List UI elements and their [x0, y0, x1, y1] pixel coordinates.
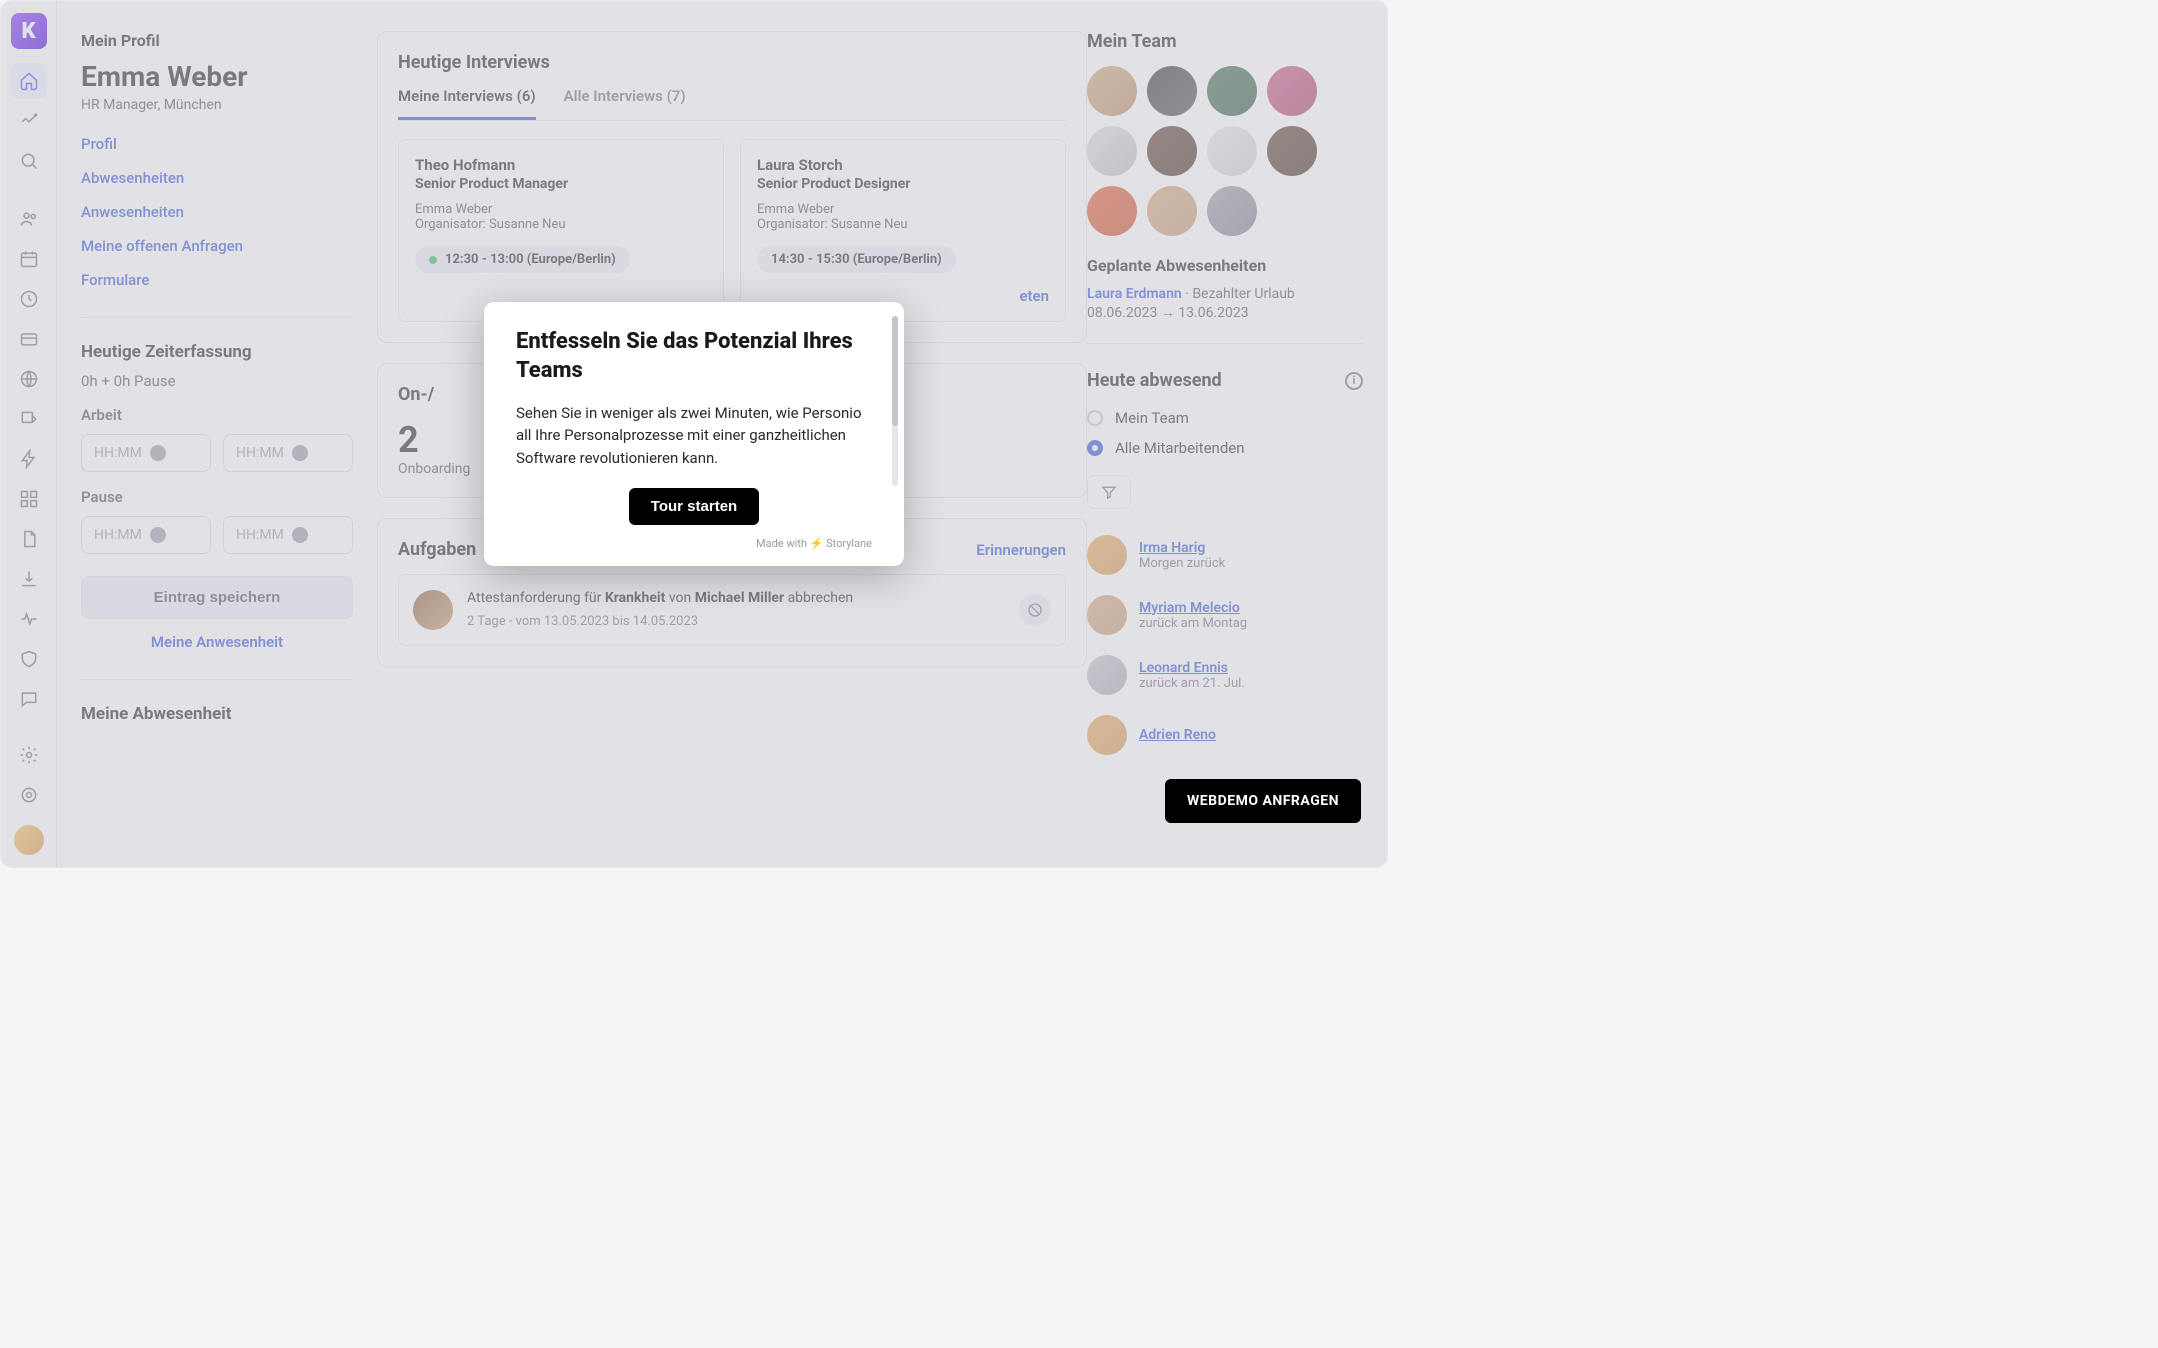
- tour-start-button[interactable]: Tour starten: [629, 488, 759, 525]
- modal-overlay: Entfesseln Sie das Potenzial Ihres Teams…: [1, 1, 1387, 867]
- modal-body: Sehen Sie in weniger als zwei Minuten, w…: [516, 402, 872, 466]
- modal-footer: Made with ⚡ Storylane: [516, 537, 872, 550]
- modal-scrollbar[interactable]: [892, 316, 898, 486]
- tour-modal: Entfesseln Sie das Potenzial Ihres Teams…: [484, 302, 904, 565]
- modal-title: Entfesseln Sie das Potenzial Ihres Teams: [516, 328, 872, 385]
- webdemo-button[interactable]: WEBDEMO ANFRAGEN: [1165, 779, 1361, 823]
